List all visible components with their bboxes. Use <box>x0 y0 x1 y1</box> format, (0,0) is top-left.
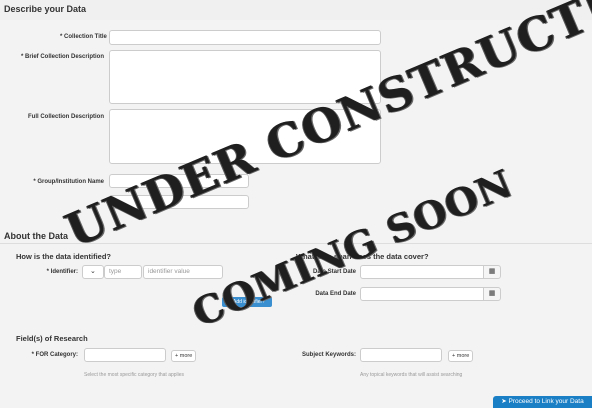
end-date-calendar-icon[interactable]: ▦ <box>483 287 501 301</box>
page: Describe your Data * Collection Title * … <box>0 0 592 408</box>
keywords-more-button[interactable]: + more <box>448 350 474 362</box>
collection-title-label: * Collection Title <box>60 34 107 40</box>
subject-keywords-input[interactable] <box>360 348 442 362</box>
identifier-type-placeholder: type <box>109 268 122 275</box>
identifier-label: * Identifier: <box>46 269 78 275</box>
identifier-value-input[interactable]: identifier value <box>143 265 223 279</box>
describe-section-title: Describe your Data <box>4 4 87 14</box>
proceed-label: Proceed to Link your Data <box>508 398 584 405</box>
for-more-label: more <box>179 353 193 359</box>
collection-title-input[interactable] <box>109 30 381 45</box>
for-category-hint: Select the most specific category that a… <box>84 372 185 378</box>
identifier-type-input[interactable]: type <box>104 265 142 279</box>
arrow-right-icon: ➤ <box>501 398 509 405</box>
start-date-input[interactable] <box>360 265 484 279</box>
for-more-button[interactable]: + more <box>171 350 197 362</box>
for-category-label: * FOR Category: <box>31 352 78 358</box>
chevron-down-icon: ⌄ <box>90 268 96 275</box>
about-section-title: About the Data <box>4 231 68 241</box>
identifier-value-placeholder: identifier value <box>148 268 190 275</box>
subject-keywords-label: Subject Keywords: <box>301 352 356 358</box>
end-date-label: Data End Date <box>315 291 356 297</box>
group-institution-label: * Group/Institution Name <box>33 179 104 185</box>
identified-subtitle: How is the data identified? <box>16 252 112 261</box>
identifier-type-select[interactable]: ⌄ <box>82 265 104 279</box>
proceed-button[interactable]: ➤ Proceed to Link your Data <box>493 396 592 408</box>
subject-keywords-hint: Any topical keywords that will assist se… <box>360 372 463 378</box>
keywords-more-label: more <box>456 353 470 359</box>
full-description-label: Full Collection Description <box>27 114 104 120</box>
end-date-input[interactable] <box>360 287 484 301</box>
research-subtitle: Field(s) of Research <box>16 334 88 343</box>
for-category-input[interactable] <box>84 348 166 362</box>
start-date-calendar-icon[interactable]: ▦ <box>483 265 501 279</box>
brief-description-label: * Brief Collection Description <box>20 54 104 60</box>
